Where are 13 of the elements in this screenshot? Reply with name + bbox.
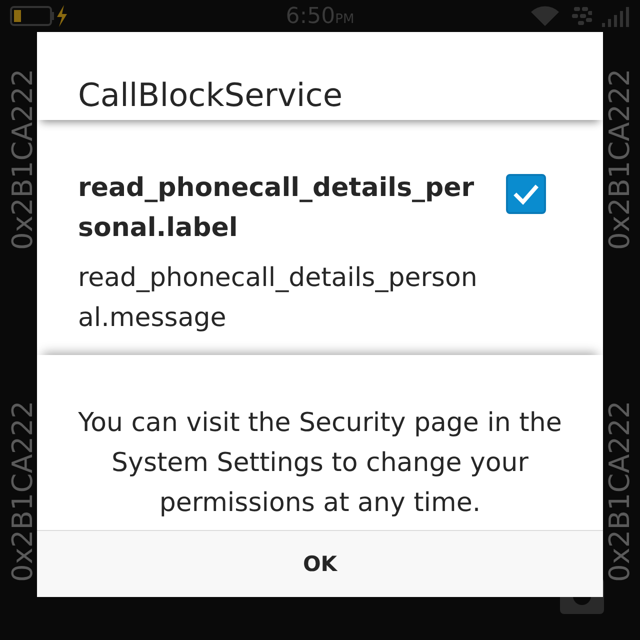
permission-checkbox[interactable] — [506, 174, 546, 214]
wifi-icon — [530, 5, 560, 27]
security-notice: You can visit the Security page in the System Settings to change your permissions at any time. — [77, 406, 563, 520]
signal-icon — [602, 5, 630, 27]
dialog-title: CallBlockService — [78, 76, 343, 114]
pin-label: 0x2B1CA222 — [606, 68, 634, 250]
permission-message: read_phonecall_details_personal.message — [78, 262, 478, 335]
pin-label: 0x2B1CA222 — [9, 400, 37, 582]
pin-label: 0x2B1CA222 — [9, 68, 37, 250]
pin-label: 0x2B1CA222 — [606, 400, 634, 582]
logo-icon — [570, 6, 592, 26]
check-icon — [513, 183, 539, 205]
ok-button[interactable]: OK — [37, 530, 603, 597]
